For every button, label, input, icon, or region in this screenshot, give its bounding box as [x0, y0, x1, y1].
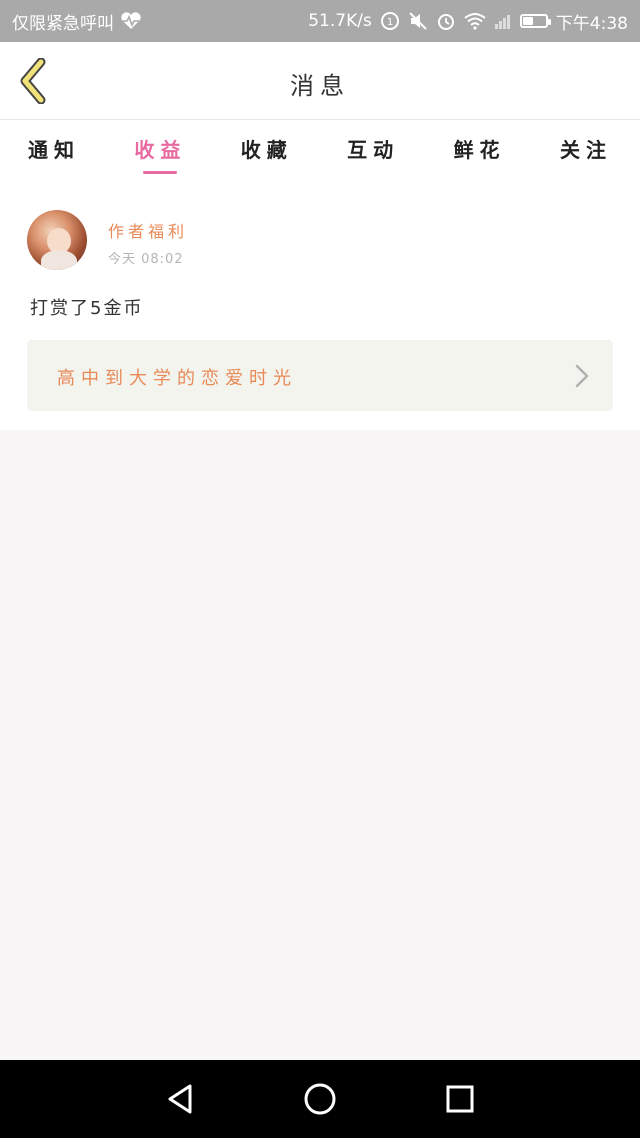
tab-notifications[interactable]: 通知 [10, 120, 98, 182]
status-right: 51.7K/s 1 下午4:38 [308, 9, 628, 34]
back-triangle-icon [168, 1084, 192, 1114]
header: 消息 [0, 42, 640, 120]
network-speed: 51.7K/s [308, 11, 372, 31]
home-circle-icon [304, 1083, 336, 1115]
status-left: 仅限紧急呼叫 [12, 9, 142, 34]
mute-icon [408, 11, 428, 31]
message-text: 打赏了5金币 [30, 298, 144, 319]
nav-recents-button[interactable] [430, 1069, 490, 1129]
tab-bar: 通知 收益 收藏 互动 鲜花 关注 [0, 120, 640, 182]
avatar[interactable] [27, 210, 87, 270]
nav-back-button[interactable] [150, 1069, 210, 1129]
data-saver-icon: 1 [380, 11, 400, 31]
avatar-scarf [41, 250, 77, 270]
recents-square-icon [446, 1085, 474, 1113]
message-card: 作者福利 今天 08:02 打赏了5金币 高中到大学的恋爱时光 [0, 182, 640, 430]
status-bar: 仅限紧急呼叫 51.7K/s 1 下午4:38 [0, 0, 640, 42]
battery-icon [519, 14, 551, 28]
battery-fill [522, 17, 533, 25]
book-title: 高中到大学的恋爱时光 [57, 368, 297, 389]
page-title: 消息 [290, 72, 350, 100]
tab-earnings[interactable]: 收益 [116, 120, 204, 182]
tab-interactions[interactable]: 互动 [329, 120, 417, 182]
tab-following[interactable]: 关注 [542, 120, 630, 182]
alarm-icon [436, 11, 456, 31]
nav-home-button[interactable] [290, 1069, 350, 1129]
author-name[interactable]: 作者福利 [108, 218, 188, 242]
signal-icon [494, 12, 512, 30]
tab-favorites[interactable]: 收藏 [223, 120, 311, 182]
screen: 仅限紧急呼叫 51.7K/s 1 下午4:38 消息 通知 收益 收藏 互动 鲜… [0, 0, 640, 1138]
tab-flowers[interactable]: 鲜花 [436, 120, 524, 182]
svg-text:1: 1 [387, 17, 393, 28]
nav-bar [0, 1060, 640, 1138]
book-link[interactable]: 高中到大学的恋爱时光 [27, 340, 613, 411]
heart-rate-icon [120, 12, 142, 30]
post-time: 今天 08:02 [108, 252, 184, 267]
wifi-icon [464, 12, 486, 30]
chevron-right-icon [575, 364, 589, 388]
clock-text: 下午4:38 [555, 13, 628, 34]
carrier-text: 仅限紧急呼叫 [12, 13, 114, 34]
